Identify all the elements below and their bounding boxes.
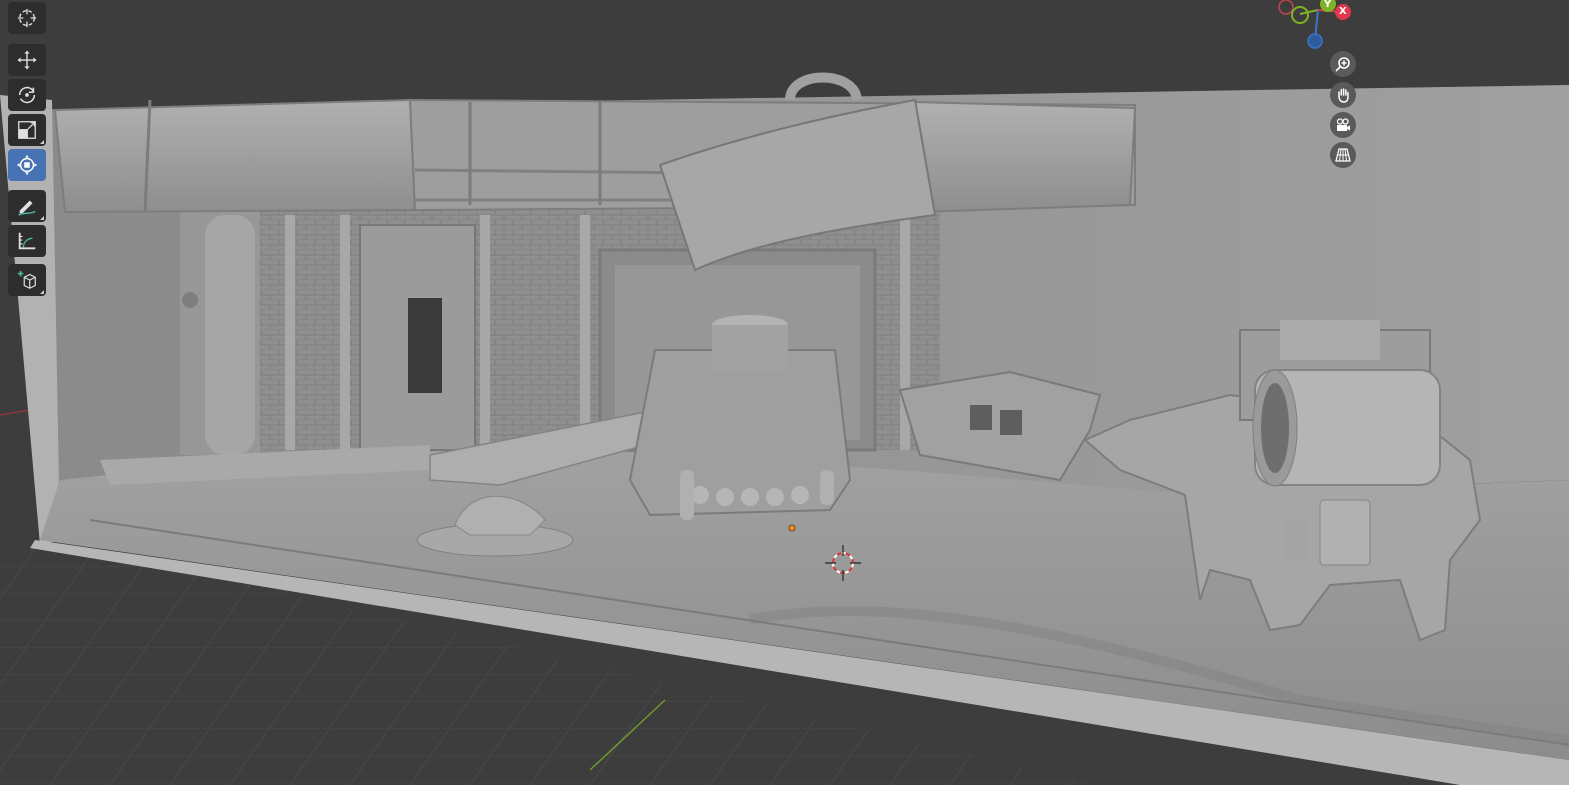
hand-icon: [1338, 88, 1349, 103]
navigation-gizmo[interactable]: Y X: [1270, 0, 1360, 56]
y-axis-label: Y: [1324, 0, 1332, 10]
camera-view-button[interactable]: [1330, 112, 1356, 138]
scale-tool-button[interactable]: [8, 114, 46, 146]
move-icon: [17, 50, 37, 70]
cursor-icon: [17, 8, 37, 28]
grid-icon: [1335, 148, 1351, 162]
origin-point: [788, 524, 796, 532]
zoom-button[interactable]: [1330, 51, 1356, 77]
add-cube-icon: [17, 270, 36, 289]
transform-icon: [16, 154, 38, 176]
annotate-icon: [18, 200, 36, 216]
measure-icon: [18, 232, 36, 250]
measure-tool-button[interactable]: [8, 225, 46, 257]
camera-icon: [1336, 118, 1350, 131]
cursor-tool-button[interactable]: [8, 2, 46, 34]
annotate-tool-button[interactable]: [8, 190, 46, 222]
rotate-icon: [18, 86, 36, 104]
transform-tool-button[interactable]: [8, 149, 46, 181]
move-tool-button[interactable]: [8, 44, 46, 76]
add-cube-tool-button[interactable]: [8, 264, 46, 296]
perspective-toggle-button[interactable]: [1330, 142, 1356, 168]
scale-icon: [18, 121, 36, 139]
pan-button[interactable]: [1330, 82, 1356, 108]
rotate-tool-button[interactable]: [8, 79, 46, 111]
zoom-icon: [1335, 57, 1350, 72]
x-axis-label: X: [1339, 6, 1347, 17]
